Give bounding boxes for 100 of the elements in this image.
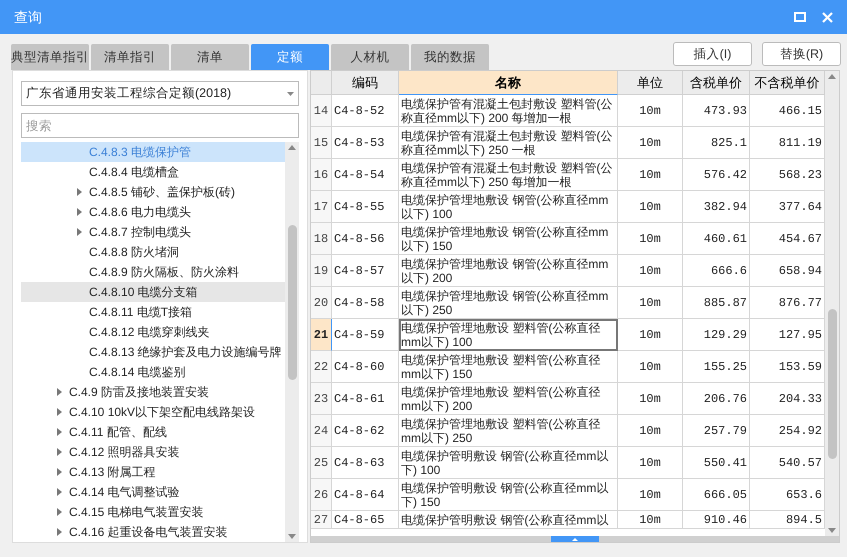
scroll-down-icon[interactable] (288, 534, 296, 539)
scroll-thumb[interactable] (828, 308, 836, 458)
window-title: 查询 (14, 8, 42, 26)
scroll-thumb[interactable] (288, 224, 296, 380)
splitter-bar[interactable] (311, 536, 839, 542)
tree-item[interactable]: C.4.8.10 电缆分支箱 (21, 282, 285, 302)
tree-item[interactable]: C.4.8.5 铺砂、盖保护板(砖) (21, 182, 285, 202)
tree-item[interactable]: C.4.13 附属工程 (21, 462, 285, 482)
dialog-button[interactable]: 插入(I) (673, 42, 752, 66)
row-number: 14 (311, 95, 332, 127)
table-cell: 电缆保护管有混凝土包封敷设 塑料管(公称直径mm以下) 200 每增加一根 (399, 95, 618, 127)
tree-item[interactable]: C.4.10 10kV以下架空配电线路架设 (21, 402, 285, 422)
table-cell: 666.05 (683, 479, 750, 511)
table-row[interactable]: 25 C4-8-63 电缆保护管明敷设 钢管(公称直径mm以下) 100 10m 550.41 540.57 (311, 447, 825, 479)
tree-item[interactable]: C.4.12 照明器具安装 (21, 442, 285, 462)
table-cell: 电缆保护管明敷设 钢管(公称直径mm以下) 100 (399, 447, 618, 479)
table-row[interactable]: 20 C4-8-58 电缆保护管埋地敷设 钢管(公称直径mm以下) 250 10m 885.87 876.77 (311, 287, 825, 319)
table-cell: 129.29 (683, 319, 750, 351)
table-cell: C4-8-60 (332, 351, 399, 383)
table-row[interactable]: 23 C4-8-61 电缆保护管埋地敷设 塑料管(公称直径mm以下) 200 10m 206.76 204.33 (311, 383, 825, 415)
tree-item[interactable]: C.4.8.8 防火堵洞 (21, 242, 285, 262)
table-cell: 电缆保护管明敷设 钢管(公称直径mm以下) 150 (399, 479, 618, 511)
row-number: 15 (311, 127, 332, 159)
table-cell: 155.25 (683, 351, 750, 383)
scroll-up-icon[interactable] (828, 74, 836, 79)
table-cell: 10m (618, 447, 683, 479)
table-row[interactable]: 24 C4-8-62 电缆保护管埋地敷设 塑料管(公称直径mm以下) 250 10m 257.79 254.92 (311, 415, 825, 447)
table-cell: C4-8-58 (332, 287, 399, 319)
expand-arrow-icon[interactable] (56, 488, 62, 496)
table-row[interactable]: 18 C4-8-56 电缆保护管埋地敷设 钢管(公称直径mm以下) 150 10m 460.61 454.67 (311, 223, 825, 255)
tree-item[interactable]: C.4.16 起重设备电气装置安装 (21, 522, 285, 542)
table-row[interactable]: 26 C4-8-64 电缆保护管明敷设 钢管(公称直径mm以下) 150 10m 666.05 653.6 (311, 479, 825, 511)
tree-item[interactable]: C.4.8.13 绝缘护套及电力设施编号牌 (21, 342, 285, 362)
tree-item[interactable]: C.4.8.7 控制电缆头 (21, 222, 285, 242)
table-cell: 10m (618, 255, 683, 287)
table-cell: 10m (618, 511, 683, 529)
expand-arrow-icon[interactable] (56, 468, 62, 476)
table-cell: 电缆保护管埋地敷设 塑料管(公称直径mm以下) 250 (399, 415, 618, 447)
table-row[interactable]: 27 C4-8-65 电缆保护管明敷设 钢管(公称直径mm以 10m 910.46 894.5 (311, 511, 825, 529)
expand-arrow-icon[interactable] (76, 188, 82, 196)
tree-item[interactable]: C.4.11 配管、配线 (21, 422, 285, 442)
tree-item[interactable]: C.4.8.11 电缆T接箱 (21, 302, 285, 322)
tab[interactable]: 清单指引 (91, 44, 169, 70)
row-number: 18 (311, 223, 332, 255)
table-row[interactable]: 21 C4-8-59 电缆保护管埋地敷设 塑料管(公称直径mm以下) 100 10m 129.29 127.95 (311, 319, 825, 351)
expand-arrow-icon[interactable] (56, 448, 62, 456)
close-icon[interactable] (822, 12, 833, 22)
library-select[interactable]: 广东省通用安装工程综合定额(2018) (21, 81, 299, 106)
table-cell: 电缆保护管埋地敷设 钢管(公称直径mm以下) 250 (399, 287, 618, 319)
tab[interactable]: 清单 (171, 44, 249, 70)
expand-arrow-icon[interactable] (56, 408, 62, 416)
tab[interactable]: 我的数据 (411, 44, 489, 70)
table-row[interactable]: 19 C4-8-57 电缆保护管埋地敷设 钢管(公称直径mm以下) 200 10m 666.6 658.94 (311, 255, 825, 287)
maximize-icon[interactable] (794, 12, 806, 22)
tree-item[interactable]: C.4.15 电梯电气装置安装 (21, 502, 285, 522)
column-header[interactable]: 单位 (618, 71, 683, 95)
tree-item[interactable]: C.4.8.9 防火隔板、防火涂料 (21, 262, 285, 282)
column-header[interactable]: 名称 (399, 71, 618, 95)
table-cell: 电缆保护管埋地敷设 塑料管(公称直径mm以下) 100 (399, 319, 618, 351)
expand-arrow-icon[interactable] (76, 228, 82, 236)
table-cell: 10m (618, 95, 683, 127)
collapse-up-icon[interactable] (572, 538, 578, 540)
tab[interactable]: 人材机 (331, 44, 409, 70)
table-cell: 10m (618, 159, 683, 191)
tree-item[interactable]: C.4.8.12 电缆穿刺线夹 (21, 322, 285, 342)
tree-item[interactable]: C.4.9 防雷及接地装置安装 (21, 382, 285, 402)
tree-item[interactable]: C.4.8.4 电缆槽盒 (21, 162, 285, 182)
expand-arrow-icon[interactable] (56, 528, 62, 536)
table-cell: 825.1 (683, 127, 750, 159)
expand-arrow-icon[interactable] (76, 208, 82, 216)
scroll-up-icon[interactable] (288, 145, 296, 150)
table-cell: 电缆保护管埋地敷设 钢管(公称直径mm以下) 100 (399, 191, 618, 223)
scroll-down-icon[interactable] (828, 528, 836, 533)
splitter-handle[interactable] (551, 536, 599, 542)
expand-arrow-icon[interactable] (56, 428, 62, 436)
table-cell: 10m (618, 319, 683, 351)
column-header[interactable]: 含税单价 (683, 71, 750, 95)
tree-item[interactable]: C.4.8.6 电力电缆头 (21, 202, 285, 222)
expand-arrow-icon[interactable] (56, 508, 62, 516)
search-field[interactable]: 搜索 (21, 113, 299, 138)
tab[interactable]: 典型清单指引 (11, 44, 89, 70)
scrollbar[interactable] (285, 142, 299, 542)
table-row[interactable]: 14 C4-8-52 电缆保护管有混凝土包封敷设 塑料管(公称直径mm以下) 200 每增加一根 10m 473.93 466.15 (311, 95, 825, 127)
table-cell: C4-8-53 (332, 127, 399, 159)
table-cell: 10m (618, 479, 683, 511)
tree-item[interactable]: C.4.14 电气调整试验 (21, 482, 285, 502)
row-number: 21 (311, 319, 332, 351)
expand-arrow-icon[interactable] (56, 388, 62, 396)
table-row[interactable]: 16 C4-8-54 电缆保护管有混凝土包封敷设 塑料管(公称直径mm以下) 250 每增加一根 10m 576.42 568.23 (311, 159, 825, 191)
table-row[interactable]: 15 C4-8-53 电缆保护管有混凝土包封敷设 塑料管(公称直径mm以下) 250 一根 10m 825.1 811.19 (311, 127, 825, 159)
table-cell: C4-8-62 (332, 415, 399, 447)
table-cell: 10m (618, 287, 683, 319)
tree-item[interactable]: C.4.8.14 电缆鉴别 (21, 362, 285, 382)
table-row[interactable]: 17 C4-8-55 电缆保护管埋地敷设 钢管(公称直径mm以下) 100 10m 382.94 377.64 (311, 191, 825, 223)
scrollbar[interactable] (825, 71, 839, 536)
dialog-button[interactable]: 替换(R) (762, 42, 841, 66)
table-row[interactable]: 22 C4-8-60 电缆保护管埋地敷设 塑料管(公称直径mm以下) 150 10m 155.25 153.59 (311, 351, 825, 383)
row-number: 23 (311, 383, 332, 415)
table-cell: 550.41 (683, 447, 750, 479)
row-number: 27 (311, 511, 332, 529)
